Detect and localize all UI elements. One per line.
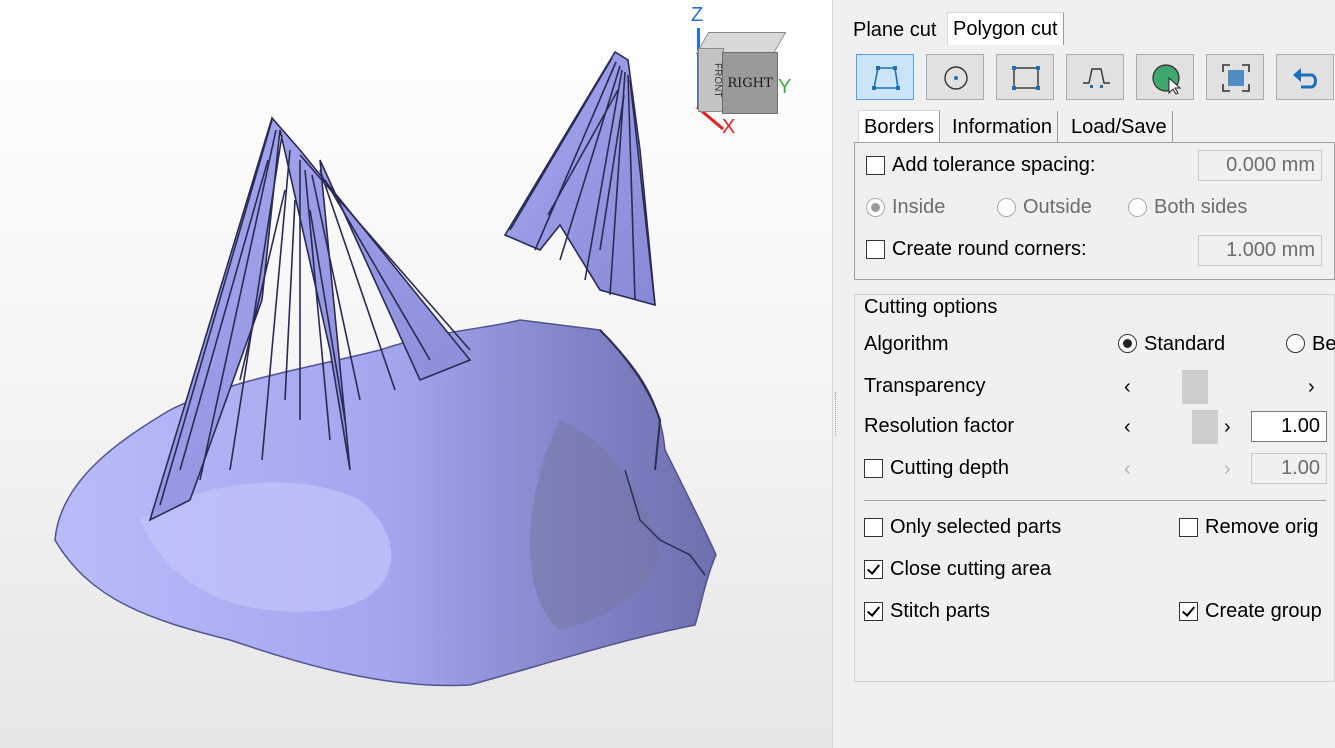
tab-information[interactable]: Information [947,111,1059,143]
stitch-parts-label: Stitch parts [890,600,991,622]
y-axis-label: Y [778,76,792,98]
splitter-grip [835,392,838,436]
view-cube[interactable]: Z X Y FRONT RIGHT [688,4,798,138]
circle-select-icon [944,66,968,90]
transparency-slider-thumb[interactable] [1182,370,1208,404]
options-divider [864,500,1326,501]
fit-view-button[interactable] [1206,54,1264,100]
round-corners-label: Create round corners: [892,238,1087,260]
resolution-slider-thumb[interactable] [1192,410,1218,444]
outside-label: Outside [1023,196,1092,218]
inside-radio[interactable] [866,198,885,217]
remove-original-label: Remove orig [1205,516,1319,538]
tab-polygon-cut[interactable]: Polygon cut [947,12,1064,45]
cutting-options-title: Cutting options [864,296,998,318]
standard-label: Standard [1144,333,1226,355]
close-cutting-area-label: Close cutting area [890,558,1052,580]
stitch-parts-checkbox[interactable] [864,602,883,621]
rectangle-select-button[interactable] [996,54,1054,100]
both-sides-radio[interactable] [1128,198,1147,217]
cutting-depth-label: Cutting depth [890,457,1009,479]
algorithm-alt-radio[interactable] [1286,334,1305,353]
surface-pick-icon [1152,64,1182,95]
round-corners-value-field[interactable]: 1.000 mm [1198,235,1322,266]
both-sides-label: Both sides [1154,196,1248,218]
x-axis-label: X [722,116,736,138]
cube-front-face[interactable]: FRONT [698,48,724,112]
create-group-label: Create group [1205,600,1322,622]
cube-right-label: RIGHT [727,76,773,91]
round-corners-checkbox[interactable] [866,240,885,259]
surface-pick-button[interactable] [1136,54,1194,100]
resolution-label: Resolution factor [864,415,1015,437]
3d-viewport[interactable]: Z X Y FRONT RIGHT [0,0,832,748]
standard-radio[interactable] [1118,334,1137,353]
transparency-increase-arrow[interactable]: › [1308,377,1315,397]
fit-view-icon [1222,64,1250,92]
depth-decrease-arrow[interactable]: ‹ [1124,459,1131,479]
polygon-select-icon [872,66,900,90]
outside-radio[interactable] [997,198,1016,217]
tree-mesh-small [503,50,656,307]
polygon-select-button[interactable] [856,54,914,100]
z-axis-label: Z [691,4,704,26]
cutting-depth-checkbox[interactable] [864,459,883,478]
algorithm-label: Algorithm [864,333,949,355]
trapezoid-select-button[interactable] [1066,54,1124,100]
tab-borders[interactable]: Borders [858,110,941,143]
close-cutting-area-checkbox[interactable] [864,560,883,579]
resolution-decrease-arrow[interactable]: ‹ [1124,417,1131,437]
tab-load-save[interactable]: Load/Save [1066,111,1173,143]
create-group-checkbox[interactable] [1179,602,1198,621]
inside-label: Inside [892,196,946,218]
cutting-depth-value-field[interactable]: 1.00 [1251,453,1327,484]
only-selected-parts-checkbox[interactable] [864,518,883,537]
tolerance-checkbox[interactable] [866,156,885,175]
rectangle-select-icon [1012,66,1040,90]
tab-plane-cut[interactable]: Plane cut [848,14,941,46]
undo-icon [1293,68,1317,89]
algorithm-alt-label: Be [1312,333,1335,355]
tolerance-value-field[interactable]: 0.000 mm [1198,150,1322,181]
transparency-decrease-arrow[interactable]: ‹ [1124,377,1131,397]
only-selected-parts-label: Only selected parts [890,516,1062,538]
resolution-value-field[interactable]: 1.00 [1251,411,1327,442]
polygon-cut-panel: Plane cut Polygon cut Borders Informatio… [844,0,1335,748]
trapezoid-select-icon [1083,68,1110,88]
remove-original-checkbox[interactable] [1179,518,1198,537]
transparency-label: Transparency [864,375,986,397]
cube-right-face[interactable]: RIGHT [722,52,778,114]
resolution-increase-arrow[interactable]: › [1224,417,1231,437]
terrain-mesh [54,319,717,687]
undo-button[interactable] [1276,54,1334,100]
depth-increase-arrow[interactable]: › [1224,459,1231,479]
tolerance-label: Add tolerance spacing: [892,154,1096,176]
circle-select-button[interactable] [926,54,984,100]
